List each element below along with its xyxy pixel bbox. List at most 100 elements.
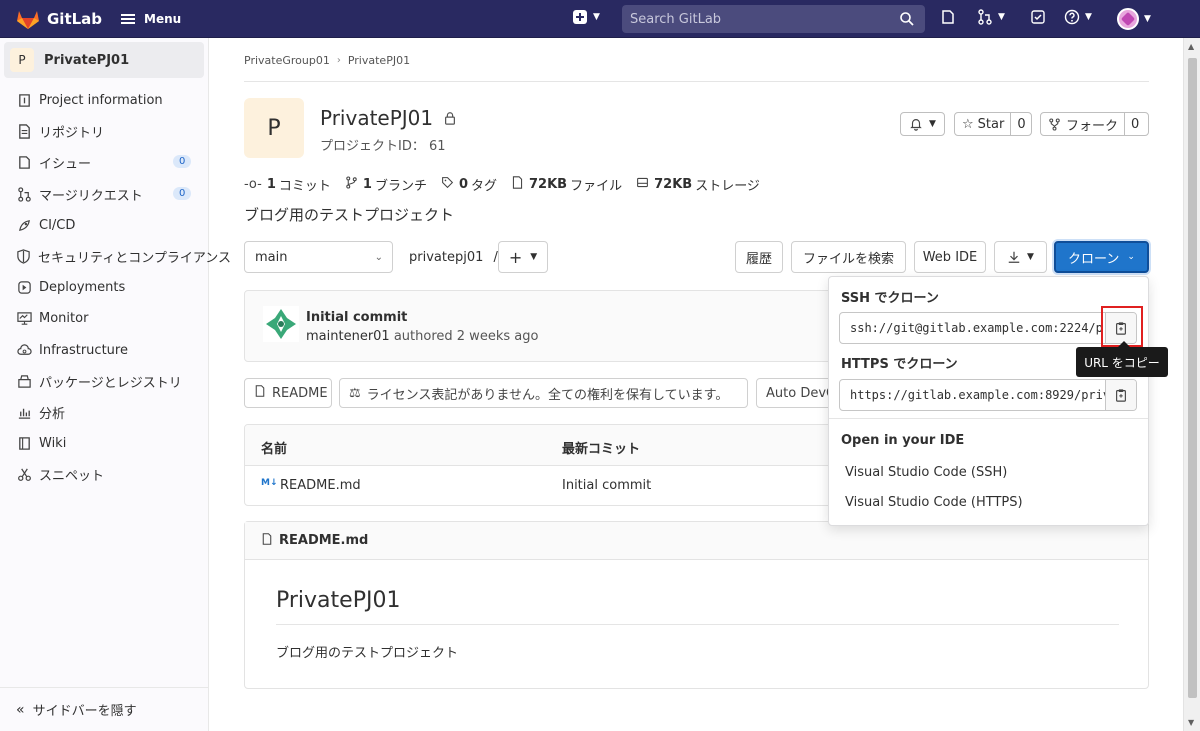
chevron-down-icon: ▼	[530, 252, 538, 262]
project-avatar: P	[10, 48, 34, 72]
sidebar-item-wiki[interactable]: Wiki	[0, 428, 208, 459]
sidebar-item-cicd[interactable]: CI/CD	[0, 210, 208, 241]
help-dropdown[interactable]: ▼	[1064, 9, 1092, 25]
readme-button[interactable]: README	[244, 378, 332, 408]
sidebar-project-header[interactable]: P PrivatePJ01	[4, 42, 204, 78]
open-vscode-https[interactable]: Visual Studio Code (HTTPS)	[845, 495, 1023, 510]
repo-controls: main ⌄ privatepj01 / + ▼ 履歴 ファイルを検索 Web …	[244, 241, 1149, 273]
sidebar-item-monitor[interactable]: Monitor	[0, 303, 208, 334]
stat-commits[interactable]: -o- 1 コミット	[244, 175, 331, 194]
user-menu[interactable]: ▼	[1117, 8, 1151, 30]
scroll-up-arrow-icon[interactable]: ▲	[1188, 42, 1194, 51]
scale-icon: ⚖	[349, 385, 361, 401]
sidebar-item-deployments[interactable]: Deployments	[0, 272, 208, 303]
file-commit[interactable]: Initial commit	[562, 478, 651, 493]
web-ide-button[interactable]: Web IDE	[914, 241, 986, 273]
find-file-button[interactable]: ファイルを検索	[791, 241, 906, 273]
star-icon: ☆	[962, 116, 974, 132]
sidebar: P PrivatePJ01 Project information リポジトリ …	[0, 38, 231, 731]
chevron-right-icon: ›	[336, 55, 341, 66]
collapse-sidebar-button[interactable]: « サイドバーを隠す	[0, 687, 208, 731]
bell-icon	[910, 119, 922, 131]
branch-selector[interactable]: main ⌄	[244, 241, 393, 273]
sidebar-item-label: パッケージとレジストリ	[39, 375, 182, 391]
menu-button[interactable]: Menu	[121, 12, 181, 26]
sidebar-item-label: セキュリティとコンプライアンス	[38, 251, 232, 267]
info-icon	[16, 93, 32, 109]
todos-shortcut[interactable]	[1030, 9, 1046, 25]
issues-icon	[16, 155, 32, 171]
breadcrumb-project[interactable]: PrivatePJ01	[348, 54, 410, 67]
fork-button[interactable]: フォーク 0	[1040, 112, 1149, 136]
sidebar-item-merge-requests[interactable]: マージリクエスト 0	[0, 179, 208, 210]
sidebar-item-label: Infrastructure	[39, 342, 128, 358]
chevron-down-icon: ▼	[593, 12, 600, 22]
find-file-label: ファイルを検索	[802, 251, 894, 267]
https-url-field[interactable]: https://gitlab.example.com:8929/privateg…	[839, 379, 1137, 411]
divider	[276, 624, 1119, 625]
sidebar-item-issues[interactable]: イシュー 0	[0, 147, 208, 178]
clone-dropdown-button[interactable]: クローン ⌄	[1054, 241, 1149, 273]
sidebar-item-label: Project information	[39, 93, 163, 109]
path-root[interactable]: privatepj01	[409, 250, 483, 265]
sidebar-item-label: Deployments	[39, 280, 126, 296]
file-name[interactable]: README.md	[280, 478, 361, 493]
add-to-tree-button[interactable]: + ▼	[498, 241, 548, 273]
license-label: ライセンス表記がありません。全ての権利を保有しています。	[366, 387, 729, 403]
merge-requests-shortcut[interactable]: ▼	[977, 9, 1005, 25]
author-avatar	[263, 306, 299, 342]
copy-url-tooltip: URL をコピー	[1076, 341, 1168, 377]
readme-filename[interactable]: README.md	[279, 533, 368, 548]
sidebar-project-name: PrivatePJ01	[44, 52, 130, 68]
plus-square-icon	[573, 10, 587, 24]
web-ide-label: Web IDE	[922, 249, 978, 265]
chevron-down-icon: ▼	[1027, 252, 1034, 262]
sidebar-item-packages[interactable]: パッケージとレジストリ	[0, 366, 208, 397]
download-dropdown[interactable]: ▼	[994, 241, 1047, 273]
sidebar-item-label: Wiki	[39, 436, 67, 452]
sidebar-item-label: CI/CD	[39, 217, 76, 233]
license-button[interactable]: ⚖ ライセンス表記がありません。全ての権利を保有しています。	[339, 378, 748, 408]
commit-author[interactable]: maintener01	[306, 329, 390, 344]
new-item-dropdown[interactable]: ▼	[572, 9, 600, 25]
commit-time: authored 2 weeks ago	[393, 329, 539, 344]
ssh-url-text[interactable]: ssh://git@gitlab.example.com:2224/privat…	[840, 321, 1105, 335]
stat-files[interactable]: 72KB ファイル	[511, 175, 622, 194]
sidebar-item-project-information[interactable]: Project information	[0, 85, 208, 116]
branch-icon	[345, 176, 358, 193]
sidebar-item-repository[interactable]: リポジトリ	[0, 116, 208, 147]
rocket-icon	[16, 217, 32, 233]
scrollbar-thumb[interactable]	[1188, 58, 1197, 698]
sidebar-item-snippets[interactable]: スニペット	[0, 459, 208, 490]
copy-https-url-button[interactable]	[1105, 380, 1136, 410]
https-url-text[interactable]: https://gitlab.example.com:8929/privateg…	[840, 388, 1105, 402]
stat-branches[interactable]: 1 ブランチ	[345, 175, 427, 194]
open-vscode-ssh[interactable]: Visual Studio Code (SSH)	[845, 465, 1007, 480]
issues-shortcut[interactable]	[940, 9, 956, 25]
gitlab-logo[interactable]: GitLab	[16, 8, 116, 30]
file-icon	[511, 176, 524, 193]
stat-storage[interactable]: 72KB ストレージ	[636, 175, 760, 194]
sidebar-item-infrastructure[interactable]: Infrastructure	[0, 335, 208, 366]
project-stats: -o- 1 コミット 1 ブランチ 0 タグ 72KB ファイル 72KB ストレージ	[244, 175, 774, 194]
ssh-url-field[interactable]: ssh://git@gitlab.example.com:2224/privat…	[839, 312, 1137, 344]
sidebar-item-label: マージリクエスト	[39, 188, 143, 204]
readme-viewer: README.md PrivatePJ01 ブログ用のテストプロジェクト	[244, 521, 1149, 689]
star-button[interactable]: ☆ Star 0	[954, 112, 1032, 136]
commit-title[interactable]: Initial commit	[306, 310, 407, 325]
storage-icon	[636, 176, 649, 193]
vertical-scrollbar[interactable]: ▲ ▼	[1183, 38, 1200, 731]
sidebar-item-analytics[interactable]: 分析	[0, 397, 208, 428]
search-input[interactable]: Search GitLab	[622, 5, 925, 33]
history-button[interactable]: 履歴	[735, 241, 783, 273]
stat-tags[interactable]: 0 タグ	[441, 175, 497, 194]
sidebar-nav: Project information リポジトリ イシュー 0 マージリクエス…	[0, 85, 231, 490]
notification-dropdown[interactable]: ▼	[900, 112, 945, 136]
file-icon	[254, 385, 266, 401]
tanuki-icon	[17, 10, 39, 29]
scroll-down-arrow-icon[interactable]: ▼	[1188, 718, 1194, 727]
book-icon	[16, 436, 32, 452]
sidebar-item-security[interactable]: セキュリティとコンプライアンス	[0, 241, 231, 272]
breadcrumb-group[interactable]: PrivateGroup01	[244, 54, 330, 67]
chevron-down-icon: ⌄	[1127, 252, 1135, 262]
